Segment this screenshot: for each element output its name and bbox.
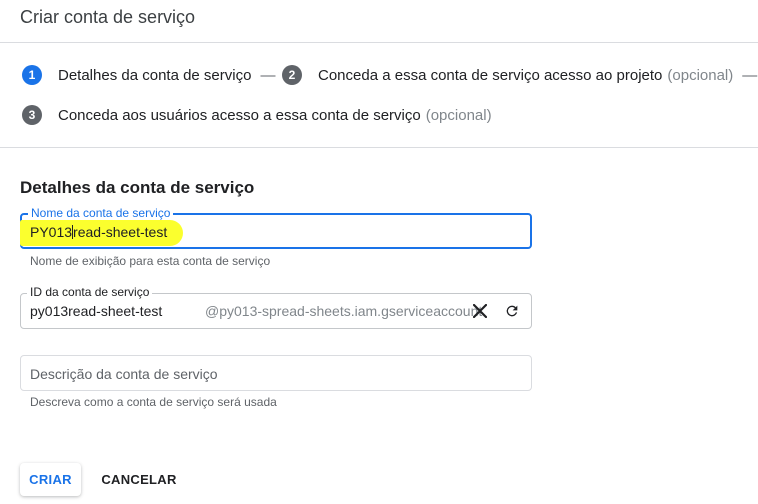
create-button[interactable]: CRIAR [20, 463, 81, 496]
service-account-id-suffix: @py013-spread-sheets.iam.gserviceaccount [205, 303, 483, 319]
step-1[interactable]: 1 Detalhes da conta de serviço — [22, 65, 275, 85]
name-value-after-cursor: read-sheet-test [73, 224, 168, 240]
step-label-3: Conceda aos usuários acesso a essa conta… [58, 106, 421, 124]
name-value-before-cursor: PY013 [30, 224, 73, 240]
refresh-icon[interactable] [502, 301, 522, 321]
service-account-id-label: ID da conta de serviço [27, 285, 153, 299]
step-optional-3: (opcional) [425, 106, 492, 124]
step-label-1: Detalhes da conta de serviço [58, 66, 252, 84]
service-account-name-input[interactable]: Nome da conta de serviço PY013read-sheet… [20, 206, 532, 249]
service-account-name-label: Nome da conta de serviço [28, 206, 174, 220]
service-account-name-value: PY013read-sheet-test [20, 220, 184, 246]
step-3[interactable]: 3 Conceda aos usuários acesso a essa con… [22, 105, 492, 125]
step-separator-1: — [260, 66, 276, 84]
section-title: Detalhes da conta de serviço [20, 178, 255, 197]
step-2[interactable]: 2 Conceda a essa conta de serviço acesso… [282, 65, 757, 85]
service-account-id-value: py013read-sheet-test [30, 303, 163, 319]
service-account-description-hint: Descreva como a conta de serviço será us… [30, 395, 277, 409]
text-highlight: PY013read-sheet-test [20, 220, 184, 246]
step-number-2: 2 [282, 65, 302, 85]
page-header: Criar conta de serviço [0, 0, 758, 43]
page-title: Criar conta de serviço [20, 7, 196, 27]
service-account-name-hint: Nome de exibição para esta conta de serv… [30, 254, 271, 268]
step-number-3: 3 [22, 105, 42, 125]
service-account-description-input[interactable]: Descrição da conta de serviço [20, 355, 532, 391]
stepper: 1 Detalhes da conta de serviço — 2 Conce… [0, 43, 758, 148]
step-label-2: Conceda a essa conta de serviço acesso a… [318, 66, 663, 84]
step-number-1: 1 [22, 65, 42, 85]
step-separator-2: — [742, 66, 758, 84]
cancel-button[interactable]: CANCELAR [96, 463, 182, 496]
step-optional-2: (opcional) [667, 66, 734, 84]
service-account-id-input[interactable]: ID da conta de serviço py013read-sheet-t… [20, 285, 532, 329]
close-icon[interactable] [470, 301, 490, 321]
service-account-description-placeholder: Descrição da conta de serviço [30, 366, 218, 382]
